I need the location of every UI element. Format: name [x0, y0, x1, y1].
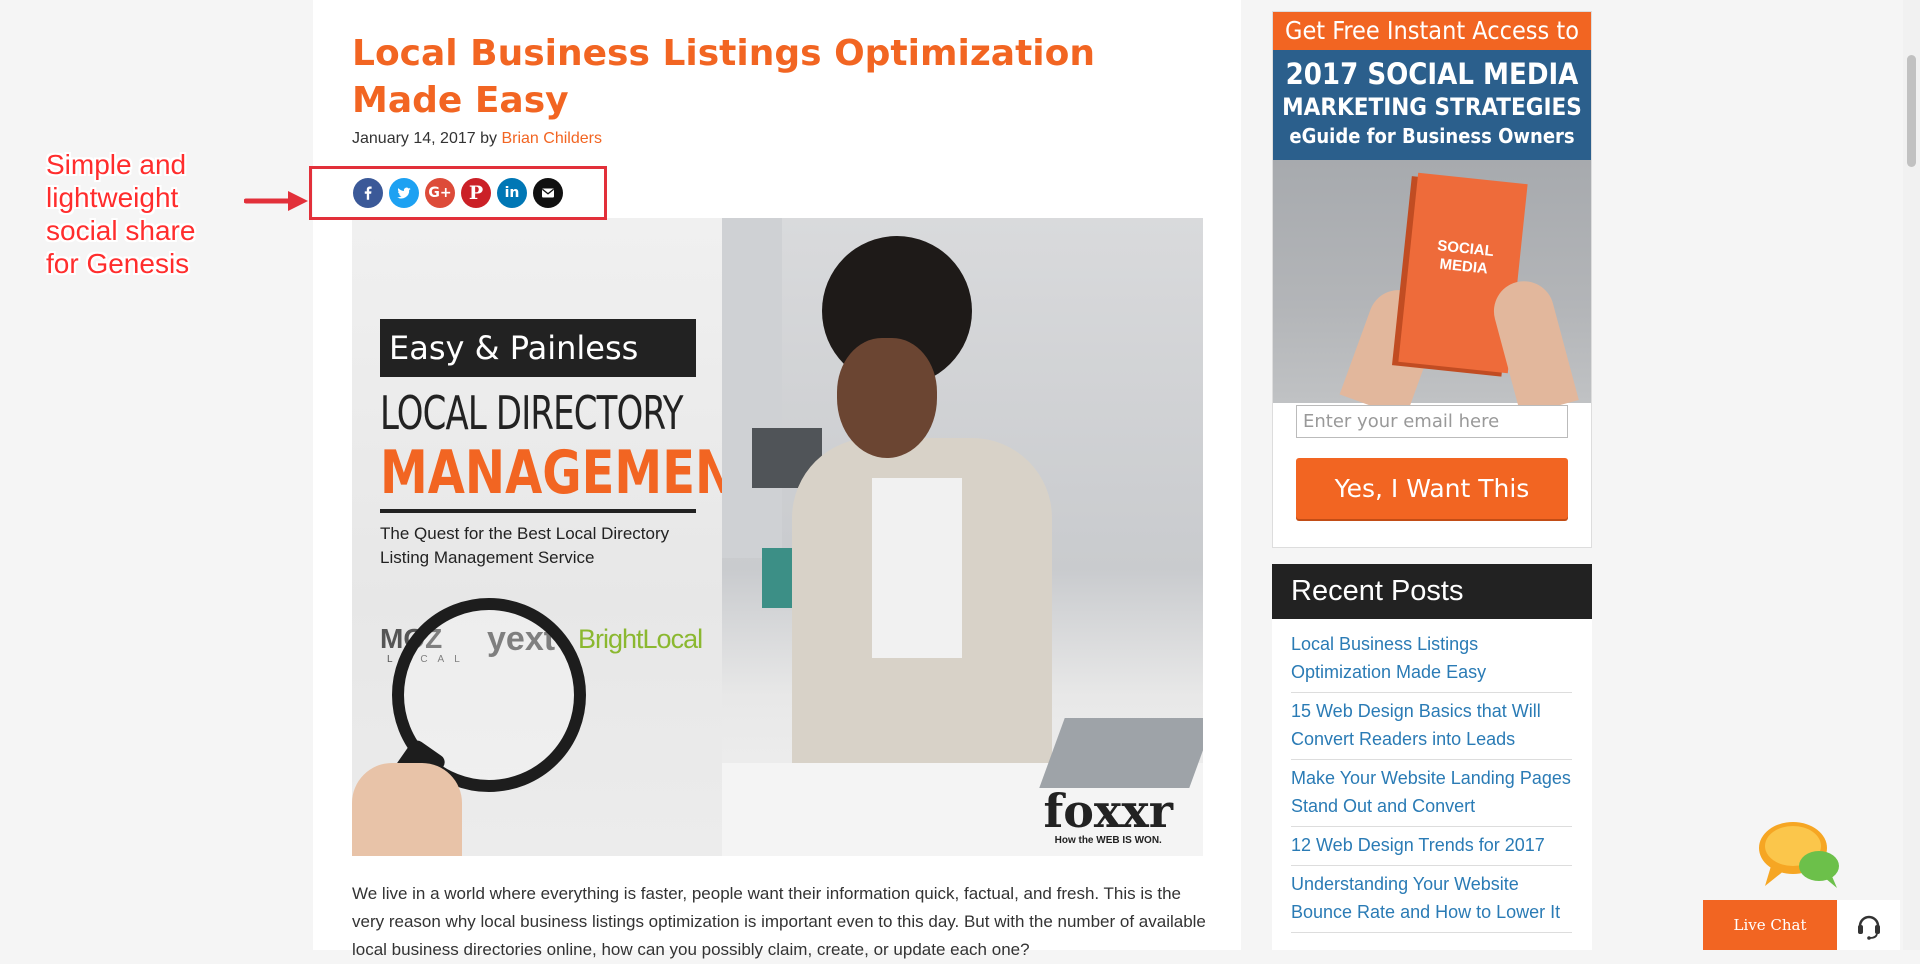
recent-post-link[interactable]: 12 Web Design Trends for 2017 — [1291, 835, 1545, 855]
ebook-cover-title: SOCIAL MEDIA — [1436, 237, 1495, 278]
recent-post-link[interactable]: 15 Web Design Basics that Will Convert R… — [1291, 701, 1541, 749]
featured-image: Easy & Painless LOCAL DIRECTORY MANAGEME… — [352, 218, 1203, 856]
recent-post-link[interactable]: Make Your Website Landing Pages Stand Ou… — [1291, 768, 1571, 816]
post-meta: January 14, 2017 by Brian Childers — [352, 130, 602, 148]
recent-post-link[interactable]: Local Business Listings Optimization Mad… — [1291, 634, 1486, 682]
list-item: 15 Web Design Basics that Will Convert R… — [1291, 693, 1572, 760]
optin-headline: Get Free Instant Access to Our — [1273, 12, 1591, 83]
headset-icon[interactable] — [1837, 900, 1900, 950]
ebook-optin-widget: Get Free Instant Access to Our 2017 SOCI… — [1272, 11, 1592, 548]
featured-divider — [380, 509, 696, 513]
featured-heading-1: LOCAL DIRECTORY — [380, 386, 684, 440]
featured-photo: foxxr How the WEB IS WON. — [722, 218, 1203, 856]
post-date: January 14, 2017 — [352, 130, 476, 147]
recent-posts-widget: Recent Posts Local Business Listings Opt… — [1272, 564, 1592, 950]
post-title[interactable]: Local Business Listings Optimization Mad… — [352, 30, 1172, 124]
annotation-text: Simple and lightweight social share for … — [46, 149, 196, 279]
page-scrollbar[interactable] — [1903, 0, 1920, 950]
scrollbar-thumb[interactable] — [1907, 55, 1916, 167]
optin-title: 2017 SOCIAL MEDIA MARKETING STRATEGIES e… — [1273, 50, 1591, 160]
recent-posts-title: Recent Posts — [1272, 564, 1592, 619]
featured-subtitle: The Quest for the Best Local Directory L… — [380, 524, 670, 567]
live-chat-button[interactable]: Live Chat — [1703, 900, 1837, 950]
list-item: Local Business Listings Optimization Mad… — [1291, 626, 1572, 693]
featured-heading-2: MANAGEMENT — [380, 438, 768, 508]
list-item: Understanding Your Website Bounce Rate a… — [1291, 866, 1572, 933]
optin-submit-button[interactable]: Yes, I Want This — [1296, 458, 1568, 519]
annotation-arrow-icon — [244, 191, 308, 211]
chat-bubbles-icon[interactable] — [1757, 820, 1842, 890]
post-author-link[interactable]: Brian Childers — [501, 130, 601, 147]
list-item: Make Your Website Landing Pages Stand Ou… — [1291, 760, 1572, 827]
annotation-highlight-box — [309, 166, 607, 220]
optin-title-line-1: 2017 SOCIAL MEDIA — [1285, 57, 1579, 91]
optin-email-input[interactable] — [1296, 405, 1568, 438]
ebook-cover-image: SOCIAL MEDIA — [1273, 160, 1591, 419]
optin-title-line-2: MARKETING STRATEGIES — [1282, 93, 1582, 121]
optin-title-line-3: eGuide for Business Owners — [1289, 124, 1575, 148]
featured-banner: Easy & Painless — [380, 319, 696, 377]
featured-image-graphic: Easy & Painless LOCAL DIRECTORY MANAGEME… — [352, 218, 768, 856]
recent-post-link[interactable]: Understanding Your Website Bounce Rate a… — [1291, 874, 1560, 922]
foxxr-logo: foxxr How the WEB IS WON. — [1043, 784, 1173, 846]
live-chat-bar[interactable]: Live Chat — [1703, 900, 1900, 950]
article-body: We live in a world where everything is f… — [352, 884, 1206, 959]
list-item: 12 Web Design Trends for 2017 — [1291, 827, 1572, 866]
main-content: Local Business Listings Optimization Mad… — [313, 0, 1241, 959]
brightlocal-logo: BrightLocal — [578, 624, 703, 654]
recent-posts-list: Local Business Listings Optimization Mad… — [1291, 626, 1572, 933]
post-by: by — [480, 130, 498, 147]
